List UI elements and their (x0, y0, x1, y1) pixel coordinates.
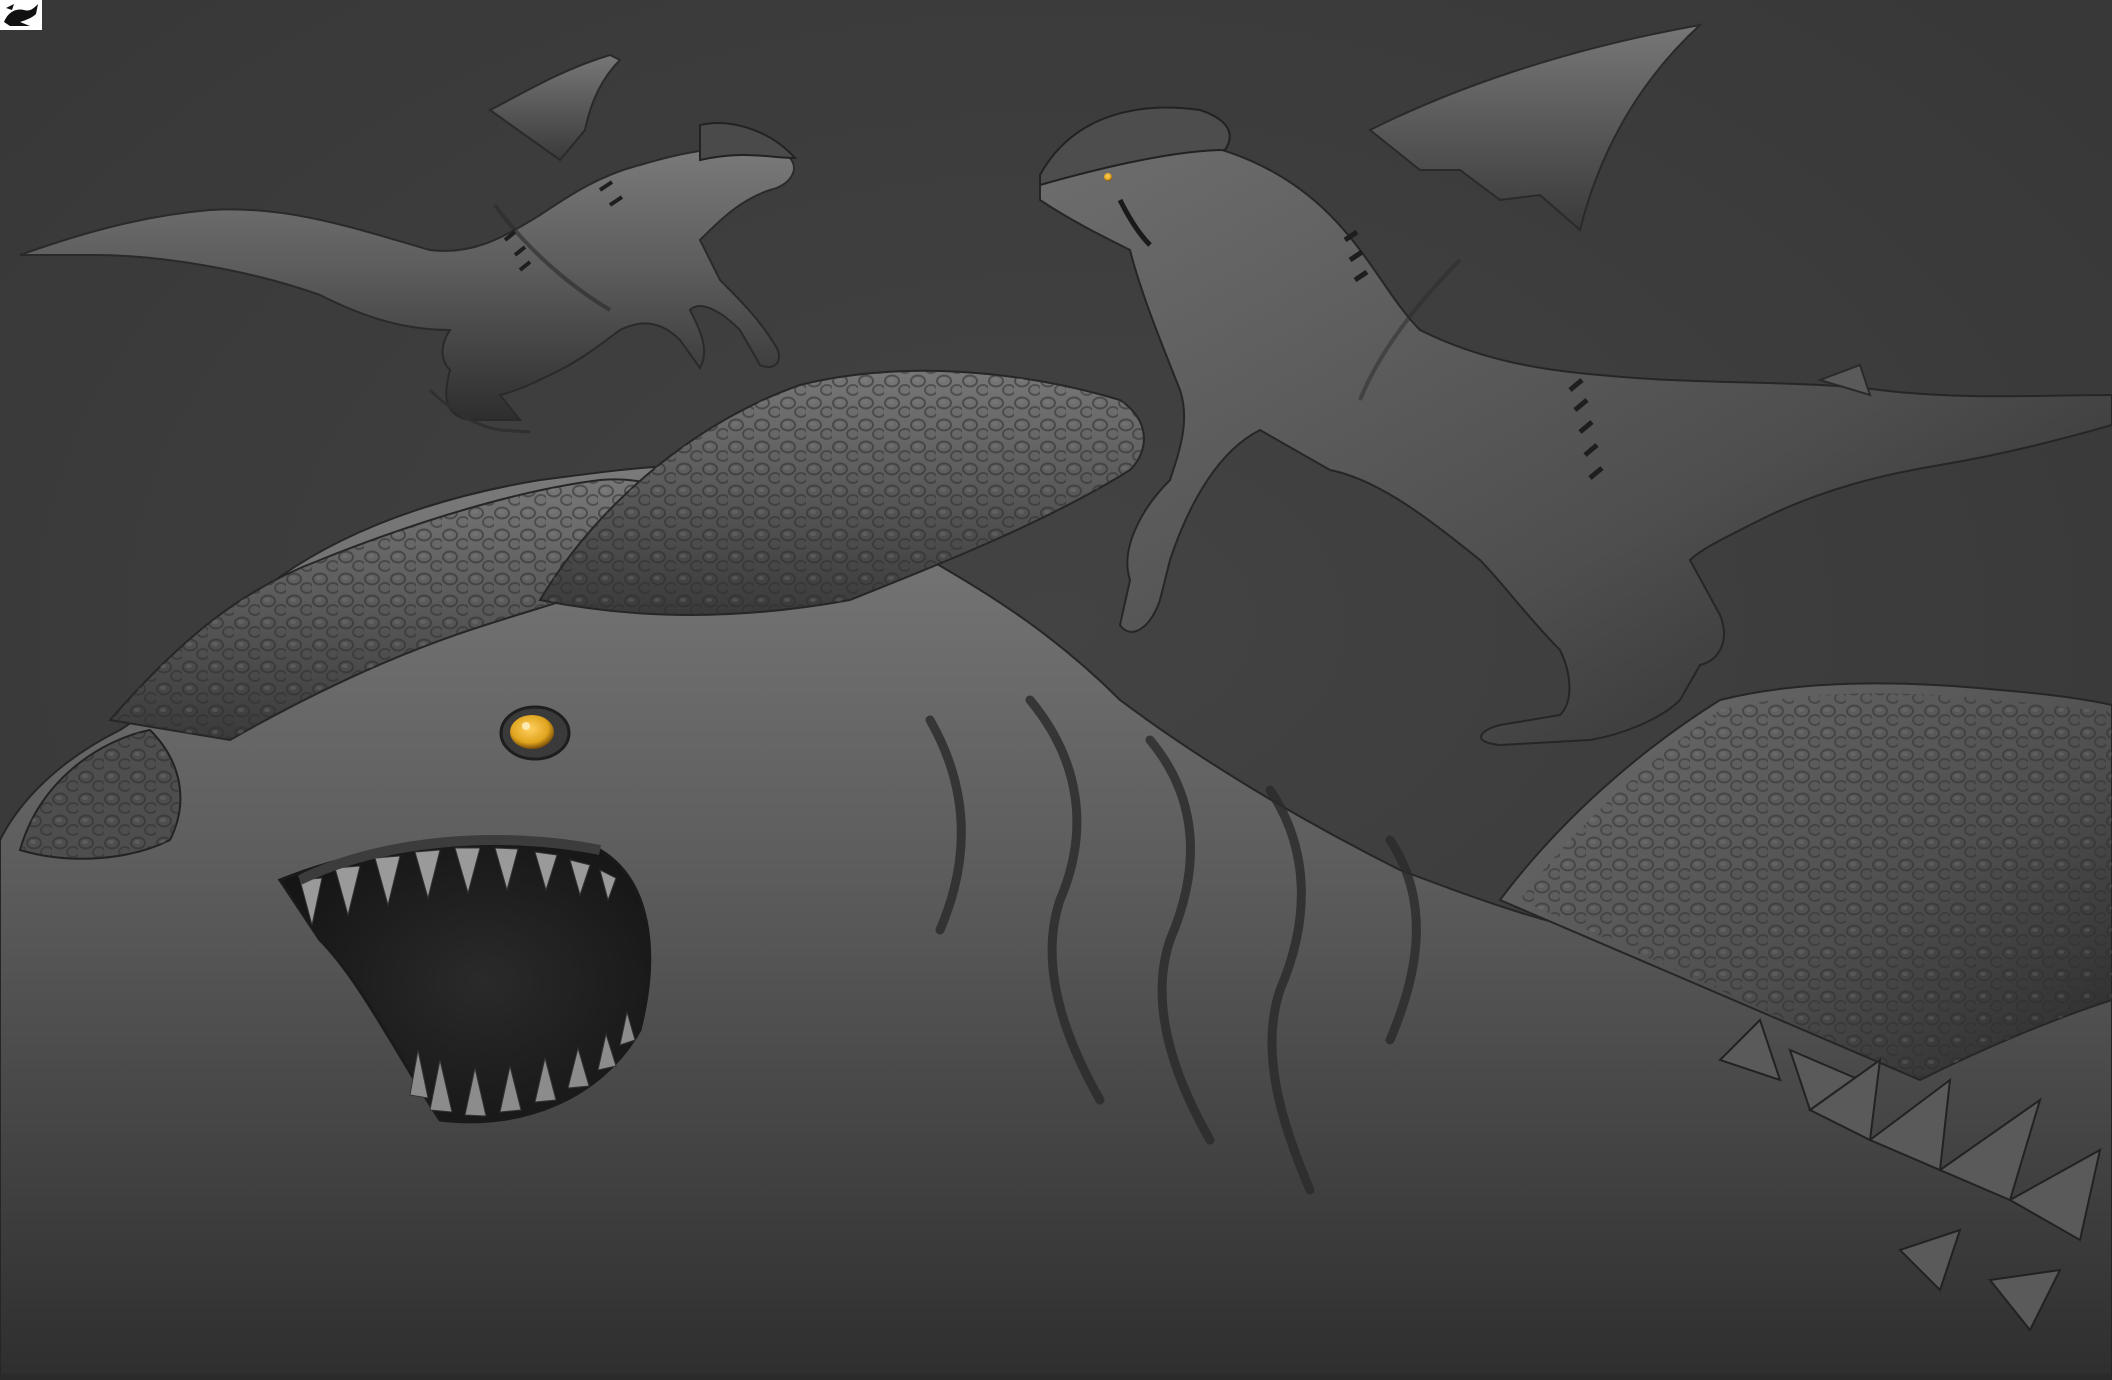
viewport-canvas[interactable] (0, 0, 2112, 1380)
zbrush-logo-icon (0, 0, 42, 30)
viewport-bottom-edge (0, 1374, 2112, 1380)
sculpt-viewport[interactable] (0, 0, 2112, 1380)
eye-highlight (1104, 173, 1112, 181)
hero-eye (510, 715, 554, 749)
